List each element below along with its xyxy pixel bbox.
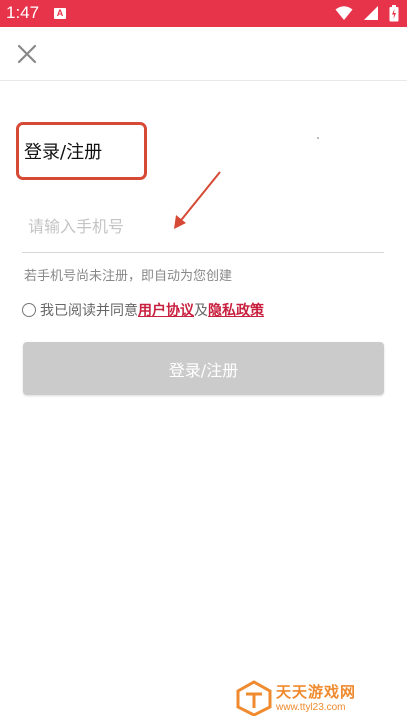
- close-button[interactable]: [14, 41, 40, 67]
- close-icon: [17, 44, 37, 64]
- status-bar: 1:47 A: [0, 0, 407, 27]
- user-agreement-link[interactable]: 用户协议: [138, 300, 194, 320]
- agreement-prefix: 我已阅读并同意: [40, 303, 138, 319]
- agreement-radio[interactable]: [22, 303, 36, 317]
- phone-input[interactable]: [22, 200, 384, 253]
- notification-icon: A: [54, 8, 66, 19]
- watermark: 天天游戏网 www.ttyl23.com: [236, 680, 381, 718]
- signal-icon: [363, 6, 378, 20]
- status-icons: [330, 5, 399, 23]
- watermark-name: 天天游戏网: [276, 683, 357, 701]
- wifi-icon: [335, 6, 353, 20]
- page-title: 登录/注册: [24, 142, 103, 163]
- register-hint: 若手机号尚未注册，即自动为您创建: [24, 269, 233, 284]
- agreement-conjunction: 及: [194, 303, 208, 319]
- privacy-policy-link[interactable]: 隐私政策: [208, 300, 264, 320]
- status-time: 1:47: [6, 3, 40, 22]
- dot-mark: [317, 137, 319, 139]
- agreement-row: 我已阅读并同意 用户协议 及 隐私政策: [22, 300, 264, 320]
- watermark-logo-icon: [236, 680, 272, 716]
- battery-icon: [389, 5, 399, 22]
- top-bar: [0, 27, 407, 81]
- login-register-button[interactable]: 登录/注册: [23, 342, 384, 395]
- watermark-url: www.ttyl23.com: [276, 702, 346, 713]
